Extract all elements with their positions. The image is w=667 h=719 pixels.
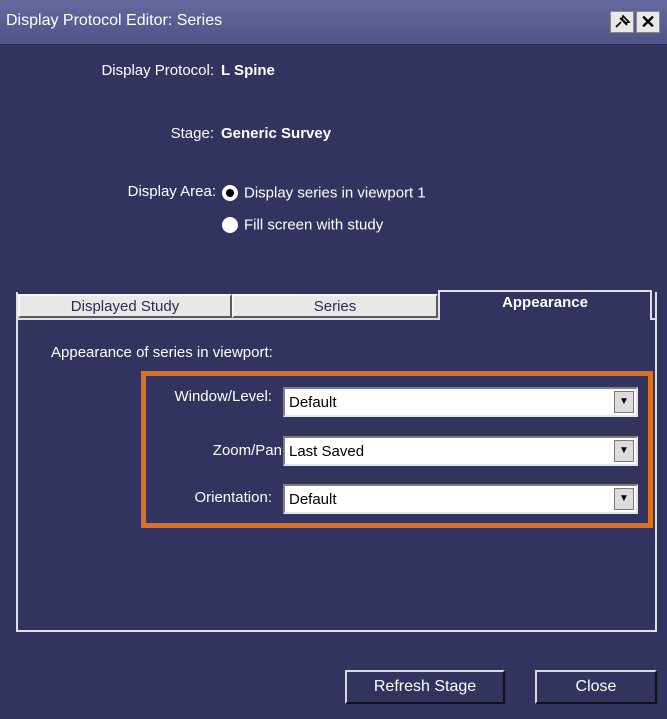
window-level-label: Window/Level: — [174, 388, 272, 405]
display-protocol-value: L Spine — [221, 62, 275, 79]
chevron-down-icon[interactable]: ▼ — [614, 440, 634, 462]
orientation-select[interactable]: Default ▼ — [283, 484, 638, 514]
tab-divider — [16, 318, 438, 320]
appearance-section-label: Appearance of series in viewport: — [51, 344, 273, 361]
radio-fill-screen-study[interactable]: Fill screen with study — [222, 216, 383, 234]
tab-appearance[interactable]: Appearance — [438, 290, 652, 320]
window-title: Display Protocol Editor: Series — [6, 12, 223, 29]
tab-displayed-study[interactable]: Displayed Study — [18, 294, 232, 318]
close-icon[interactable]: ✕ — [636, 11, 660, 33]
display-protocol-label: Display Protocol: — [101, 62, 214, 79]
radio-display-series-viewport[interactable]: Display series in viewport 1 — [222, 184, 426, 202]
window-level-value: Default — [289, 394, 337, 411]
close-button[interactable]: Close — [535, 670, 657, 704]
radio-unchecked-icon[interactable] — [222, 217, 238, 234]
orientation-value: Default — [289, 491, 337, 508]
refresh-stage-button[interactable]: Refresh Stage — [345, 670, 505, 704]
radio-checked-icon[interactable] — [222, 185, 238, 202]
chevron-down-icon[interactable]: ▼ — [614, 488, 634, 510]
zoom-pan-select[interactable]: Last Saved ▼ — [283, 436, 638, 466]
stage-value: Generic Survey — [221, 125, 332, 142]
window-level-select[interactable]: Default ▼ — [283, 387, 638, 417]
title-bar: Display Protocol Editor: Series ✕ — [0, 0, 667, 45]
tab-series[interactable]: Series — [232, 294, 438, 318]
radio-label: Fill screen with study — [244, 216, 384, 234]
radio-label: Display series in viewport 1 — [244, 184, 426, 202]
stage-label: Stage: — [170, 125, 214, 142]
display-area-label: Display Area: — [127, 183, 216, 200]
orientation-label: Orientation: — [194, 489, 272, 506]
pin-icon[interactable] — [610, 11, 634, 33]
chevron-down-icon[interactable]: ▼ — [614, 391, 634, 413]
zoom-pan-label: Zoom/Pan — [212, 442, 282, 459]
zoom-pan-value: Last Saved — [289, 443, 365, 460]
